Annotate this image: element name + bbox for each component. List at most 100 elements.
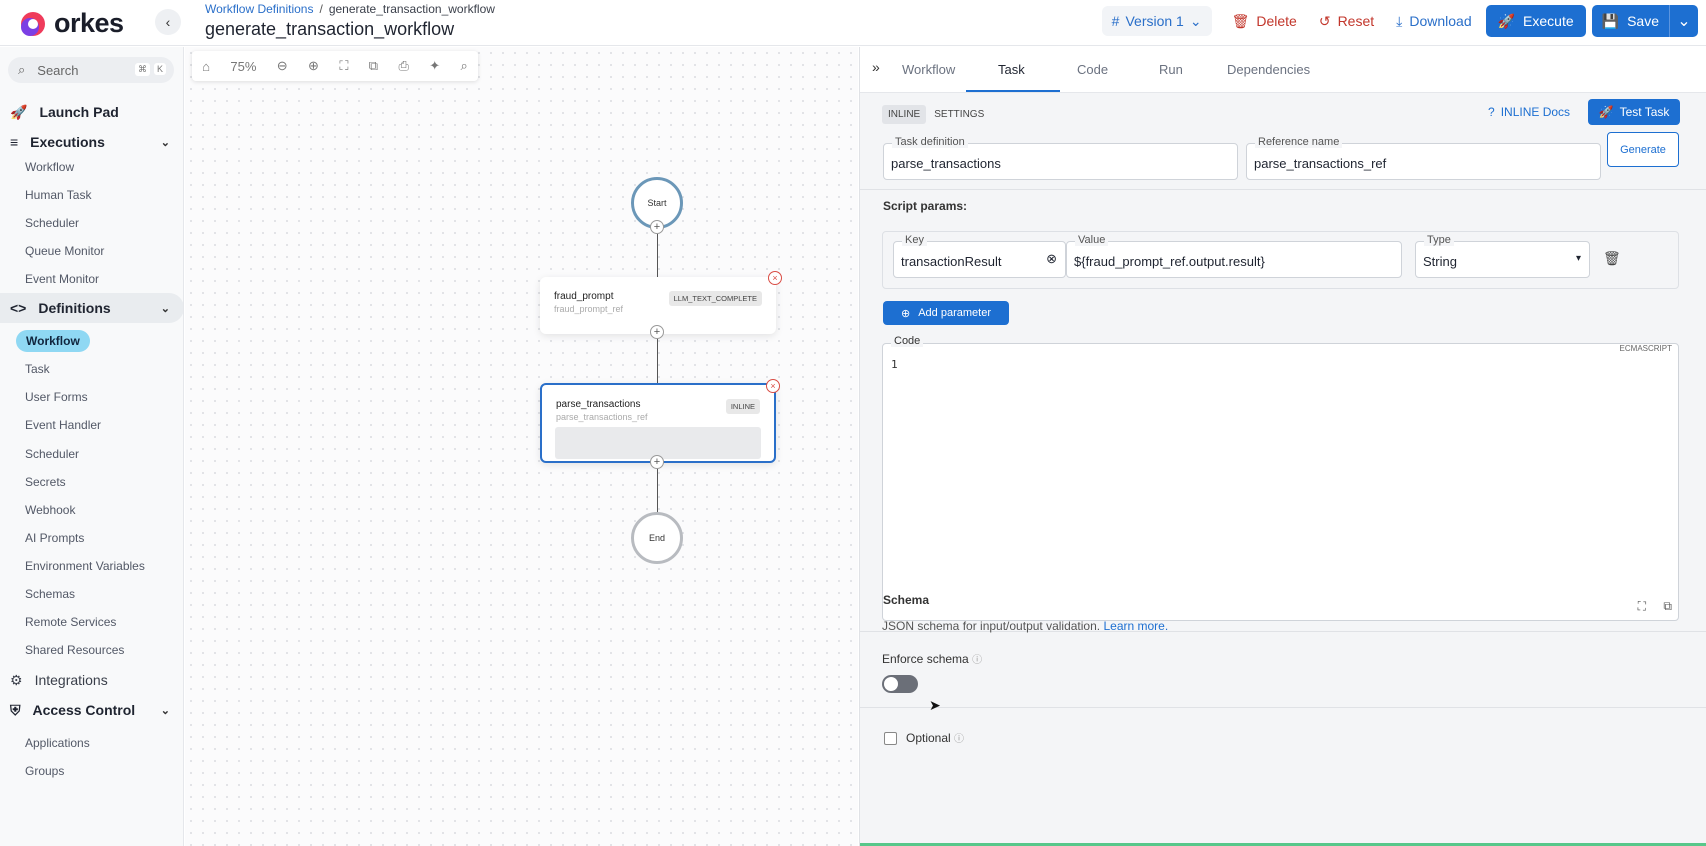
shortcut-cmd: ⌘ — [135, 63, 150, 76]
breadcrumb-workflow-definitions[interactable]: Workflow Definitions — [205, 2, 313, 16]
sidebar-item-ai-prompts[interactable]: AI Prompts — [25, 527, 84, 549]
sidebar-item-user-forms[interactable]: User Forms — [25, 386, 88, 408]
sidebar-item-executions-workflow[interactable]: Workflow — [25, 156, 74, 178]
sidebar-item-applications[interactable]: Applications — [25, 732, 90, 754]
zoom-in-icon[interactable]: ⊕ — [308, 58, 319, 74]
sidebar-item-secrets[interactable]: Secrets — [25, 471, 66, 493]
generate-button[interactable]: Generate — [1607, 132, 1679, 167]
clear-icon[interactable]: ⊗ — [1046, 251, 1057, 267]
info-icon: ⓘ — [954, 734, 965, 745]
subtab-settings[interactable]: SETTINGS — [928, 105, 990, 124]
script-params-label: Script params: — [883, 199, 968, 213]
delete-button[interactable]: 🗑 Delete — [1224, 6, 1305, 36]
chevron-down-circle-icon: ⌄ — [1677, 13, 1691, 30]
sidebar-item-groups[interactable]: Groups — [25, 760, 64, 782]
execute-button[interactable]: 🚀 Execute — [1485, 5, 1586, 37]
code-label: Code — [891, 335, 924, 347]
add-task-plus[interactable]: + — [650, 325, 664, 339]
test-task-button[interactable]: 🚀 Test Task — [1588, 99, 1680, 125]
print-icon[interactable]: ⎙ — [398, 58, 408, 74]
code-icon: <> — [10, 300, 27, 316]
workflow-canvas[interactable]: ⌂ 75% ⊖ ⊕ ⛶ ⧉ ⎙ ✦ ⌕ Start + fraud_prompt… — [185, 47, 858, 846]
delete-param-icon[interactable]: 🗑 — [1603, 250, 1621, 267]
remove-task-icon[interactable]: × — [768, 271, 782, 285]
schema-desc-text: JSON schema for input/output validation. — [882, 619, 1101, 633]
save-options-button[interactable]: ⌄ — [1670, 5, 1698, 37]
sidebar-item-executions-scheduler[interactable]: Scheduler — [25, 212, 79, 234]
save-button[interactable]: 💾 Save — [1592, 5, 1670, 37]
task-subtabs: INLINE SETTINGS — [882, 105, 990, 124]
sidebar-item-environment-variables[interactable]: Environment Variables — [25, 555, 145, 577]
sidebar-item-webhook[interactable]: Webhook — [25, 499, 75, 521]
sidebar-item-schemas[interactable]: Schemas — [25, 583, 75, 605]
sidebar-item-queue-monitor[interactable]: Queue Monitor — [25, 240, 104, 262]
tab-workflow[interactable]: Workflow — [902, 62, 955, 77]
add-task-plus[interactable]: + — [650, 220, 664, 234]
canvas-toolbar: ⌂ 75% ⊖ ⊕ ⛶ ⧉ ⎙ ✦ ⌕ — [192, 51, 478, 81]
schema-description: JSON schema for input/output validation.… — [882, 619, 1168, 633]
enforce-schema-toggle[interactable] — [882, 675, 918, 693]
task-node-parse-transactions[interactable]: parse_transactions parse_transactions_re… — [540, 379, 780, 463]
sidebar: ⌕ Search ⌘ K 🚀 Launch Pad ≡ Executions ⌄… — [0, 47, 184, 846]
sidebar-item-integrations[interactable]: ⚙ Integrations — [0, 665, 183, 695]
collapse-sidebar-button[interactable]: ‹ — [155, 9, 181, 35]
add-task-plus[interactable]: + — [650, 455, 664, 469]
tab-task[interactable]: Task — [998, 62, 1025, 77]
tab-dependencies[interactable]: Dependencies — [1227, 62, 1310, 77]
fullscreen-icon[interactable]: ⛶ — [1638, 599, 1646, 614]
schema-label: Schema — [883, 593, 930, 607]
add-parameter-button[interactable]: ⊕ Add parameter — [883, 301, 1009, 325]
inline-docs-link[interactable]: ? INLINE Docs — [1488, 105, 1570, 119]
home-icon[interactable]: ⌂ — [202, 59, 210, 74]
trash-icon: 🗑 — [1231, 12, 1250, 29]
param-type-select[interactable]: Type String ▾ — [1415, 234, 1590, 278]
learn-more-link[interactable]: Learn more. — [1103, 619, 1168, 633]
version-label: Version 1 — [1125, 13, 1184, 29]
list-icon: ≡ — [10, 134, 19, 150]
sidebar-item-access-control[interactable]: ⛨ Access Control ⌄ — [0, 695, 183, 725]
sidebar-item-definitions-workflow[interactable]: Workflow — [16, 330, 90, 352]
subtab-inline[interactable]: INLINE — [882, 105, 927, 124]
zoom-out-icon[interactable]: ⊖ — [277, 58, 288, 74]
param-key-label: Key — [902, 234, 927, 246]
sidebar-item-label: Integrations — [34, 672, 108, 688]
orkes-logo-icon — [18, 9, 48, 39]
reset-button[interactable]: ↺ Reset — [1311, 6, 1382, 36]
sidebar-item-human-task[interactable]: Human Task — [25, 184, 91, 206]
select-icon[interactable]: ⧉ — [369, 58, 378, 74]
remove-task-icon[interactable]: × — [766, 379, 780, 393]
sidebar-item-event-monitor[interactable]: Event Monitor — [25, 268, 99, 290]
sparkle-icon[interactable]: ✦ — [429, 58, 440, 74]
sidebar-item-label: Access Control — [32, 702, 136, 718]
orkes-logo[interactable]: orkes — [18, 8, 124, 39]
param-value-field[interactable]: Value ${fraud_prompt_ref.output.result} — [1066, 234, 1402, 278]
search-input[interactable]: ⌕ Search ⌘ K — [8, 57, 174, 83]
param-key-field[interactable]: Key transactionResult ⊗ — [893, 234, 1066, 278]
search-icon[interactable]: ⌕ — [460, 58, 467, 74]
sidebar-item-shared-resources[interactable]: Shared Resources — [25, 639, 124, 661]
copy-icon[interactable]: ⧉ — [1663, 599, 1672, 614]
chevron-down-icon: ⌄ — [160, 302, 170, 315]
docs-icon: ? — [1488, 105, 1495, 119]
end-node[interactable]: End — [631, 512, 683, 564]
tab-code[interactable]: Code — [1077, 62, 1108, 77]
expand-panel-icon[interactable]: » — [872, 59, 880, 75]
reference-name-field[interactable]: Reference name parse_transactions_ref — [1246, 136, 1601, 180]
version-select[interactable]: # Version 1 ⌄ — [1101, 6, 1212, 36]
optional-checkbox[interactable] — [884, 732, 897, 745]
reset-label: Reset — [1337, 13, 1375, 29]
code-editor[interactable]: Code ECMASCRIPT 1 ⛶ ⧉ — [882, 335, 1679, 621]
fit-view-icon[interactable]: ⛶ — [339, 58, 348, 74]
sidebar-item-task[interactable]: Task — [25, 358, 50, 380]
tab-run[interactable]: Run — [1159, 62, 1183, 77]
sidebar-item-launch-pad[interactable]: 🚀 Launch Pad — [0, 97, 183, 127]
task-definition-field[interactable]: Task definition parse_transactions — [883, 136, 1238, 180]
sidebar-item-executions[interactable]: ≡ Executions ⌄ — [0, 127, 183, 157]
sidebar-item-definitions-scheduler[interactable]: Scheduler — [25, 443, 79, 465]
download-button[interactable]: ⤓ Download — [1388, 6, 1479, 36]
enforce-schema-row: Enforce schema ⓘ — [882, 651, 982, 666]
sidebar-item-event-handler[interactable]: Event Handler — [25, 414, 101, 436]
active-tab-indicator — [966, 90, 1060, 92]
sidebar-item-definitions[interactable]: <> Definitions ⌄ — [0, 293, 183, 323]
sidebar-item-remote-services[interactable]: Remote Services — [25, 611, 116, 633]
